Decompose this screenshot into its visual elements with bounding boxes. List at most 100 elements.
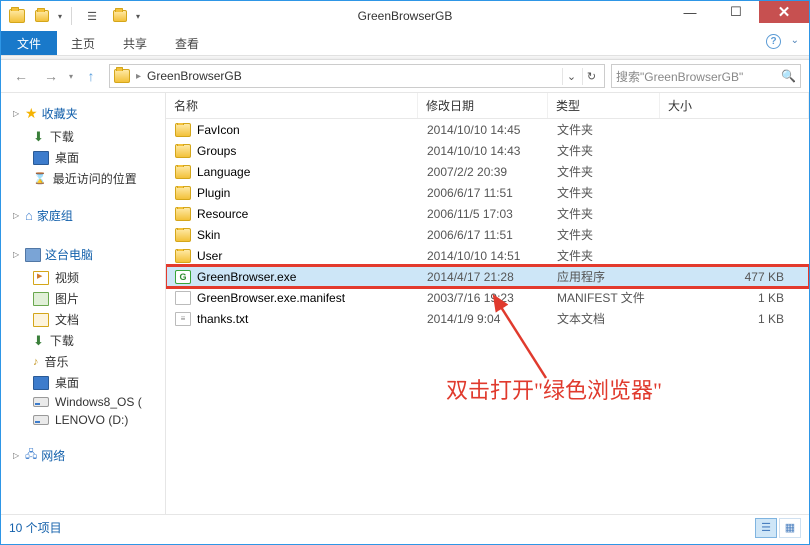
sidebar-favorites[interactable]: ▷★收藏夹	[13, 105, 165, 122]
sidebar-homegroup[interactable]: ▷⌂家庭组	[13, 207, 165, 224]
col-size[interactable]: 大小	[660, 93, 809, 118]
file-date: 2014/10/10 14:45	[419, 123, 549, 137]
sidebar-item-pictures[interactable]: 图片	[11, 288, 165, 309]
disk-icon	[33, 415, 49, 425]
address-drop-icon[interactable]: ⌄	[562, 68, 580, 85]
file-type: 文件夹	[549, 247, 661, 264]
refresh-icon[interactable]: ↻	[582, 68, 600, 85]
star-icon: ★	[25, 105, 38, 122]
file-type: 文件夹	[549, 184, 661, 201]
qat-customize-drop-icon[interactable]: ▾	[136, 12, 140, 21]
file-date: 2006/6/17 11:51	[419, 186, 549, 200]
file-date: 2014/4/17 21:28	[419, 270, 549, 284]
nav-back-button[interactable]: ←	[9, 64, 33, 88]
file-list-pane: 名称 修改日期 类型 大小 FavIcon2014/10/10 14:45文件夹…	[166, 93, 809, 514]
col-date[interactable]: 修改日期	[418, 93, 548, 118]
sidebar-network[interactable]: ▷🖧网络	[13, 447, 165, 464]
file-row[interactable]: Language2007/2/2 20:39文件夹	[166, 161, 809, 182]
search-placeholder: 搜索"GreenBrowserGB"	[616, 68, 743, 85]
file-row[interactable]: GreenBrowser.exe2014/4/17 21:28应用程序477 K…	[166, 266, 809, 287]
address-bar[interactable]: ▸ GreenBrowserGB ⌄ ↻	[109, 64, 605, 88]
sidebar-item-cdrive[interactable]: Windows8_OS (	[11, 393, 165, 411]
file-file-icon	[175, 291, 191, 305]
file-size: 1 KB	[661, 312, 808, 326]
file-exe-icon	[175, 270, 191, 284]
qat-properties-icon[interactable]: ☰	[81, 5, 103, 27]
nav-up-button[interactable]: ↑	[79, 64, 103, 88]
file-row[interactable]: Resource2006/11/5 17:03文件夹	[166, 203, 809, 224]
maximize-button[interactable]: ☐	[713, 1, 759, 23]
sidebar-item-recent[interactable]: ⌛最近访问的位置	[11, 168, 165, 189]
sidebar-item-documents[interactable]: 文档	[11, 309, 165, 330]
search-input[interactable]: 搜索"GreenBrowserGB" 🔍	[611, 64, 801, 88]
chevron-right-icon[interactable]: ▸	[136, 71, 141, 82]
address-toolbar: ← → ▾ ↑ ▸ GreenBrowserGB ⌄ ↻ 搜索"GreenBro…	[1, 60, 809, 92]
qat-separator	[71, 7, 72, 25]
file-folder-icon	[175, 123, 191, 137]
main-area: ▷★收藏夹 ⬇下载 桌面 ⌛最近访问的位置 ▷⌂家庭组 ▷这台电脑 视频 图片 …	[1, 93, 809, 514]
file-folder-icon	[175, 186, 191, 200]
view-details-button[interactable]: ☰	[755, 518, 777, 538]
ribbon-tab-view[interactable]: 查看	[161, 31, 213, 55]
sidebar-item-downloads[interactable]: ⬇下载	[11, 126, 165, 147]
file-row[interactable]: GreenBrowser.exe.manifest 2003/7/16 19:23…	[166, 287, 809, 308]
file-date: 2014/10/10 14:43	[419, 144, 549, 158]
sidebar-item-music[interactable]: ♪音乐	[11, 351, 165, 372]
ribbon-tab-share[interactable]: 共享	[109, 31, 161, 55]
file-folder-icon	[175, 249, 191, 263]
file-size: 1 KB	[661, 291, 808, 305]
minimize-button[interactable]: —	[667, 1, 713, 23]
file-row[interactable]: Plugin2006/6/17 11:51文件夹	[166, 182, 809, 203]
file-date: 2014/10/10 14:51	[419, 249, 549, 263]
picture-icon	[33, 292, 49, 306]
window-title: GreenBrowserGB	[358, 9, 453, 23]
ribbon-file-tab[interactable]: 文件	[1, 31, 57, 55]
file-date: 2006/11/5 17:03	[419, 207, 549, 221]
ribbon-tab-home[interactable]: 主页	[57, 31, 109, 55]
pc-icon	[25, 248, 41, 262]
file-row[interactable]: Groups2014/10/10 14:43文件夹	[166, 140, 809, 161]
file-type: 文件夹	[549, 142, 661, 159]
col-type[interactable]: 类型	[548, 93, 660, 118]
network-icon: 🖧	[25, 449, 37, 463]
file-row[interactable]: thanks.txt 2014/1/9 9:04文本文档1 KB	[166, 308, 809, 329]
address-folder-icon	[114, 69, 130, 83]
sidebar-item-videos[interactable]: 视频	[11, 267, 165, 288]
file-row[interactable]: User2014/10/10 14:51文件夹	[166, 245, 809, 266]
file-name: Skin	[197, 228, 220, 242]
qat-app-icon[interactable]	[31, 5, 53, 27]
nav-forward-button[interactable]: →	[39, 64, 63, 88]
ribbon-expand-icon[interactable]: ⌄	[791, 35, 799, 46]
file-date: 2014/1/9 9:04	[419, 312, 549, 326]
file-folder-icon	[175, 144, 191, 158]
sidebar-item-desktop2[interactable]: 桌面	[11, 372, 165, 393]
ribbon-help-icon[interactable]: ?	[766, 34, 781, 49]
file-name: GreenBrowser.exe.manifest	[197, 291, 345, 305]
sidebar-item-desktop[interactable]: 桌面	[11, 147, 165, 168]
file-date: 2003/7/16 19:23	[419, 291, 549, 305]
nav-history-drop-icon[interactable]: ▾	[69, 72, 73, 81]
file-folder-icon	[175, 228, 191, 242]
file-row[interactable]: FavIcon2014/10/10 14:45文件夹	[166, 119, 809, 140]
file-row[interactable]: Skin2006/6/17 11:51文件夹	[166, 224, 809, 245]
sidebar-item-ddrive[interactable]: LENOVO (D:)	[11, 411, 165, 429]
file-name: FavIcon	[197, 123, 240, 137]
col-name[interactable]: 名称	[166, 93, 418, 118]
qat-app-drop-icon[interactable]: ▾	[58, 12, 62, 21]
file-type: 应用程序	[549, 268, 661, 285]
file-rows[interactable]: FavIcon2014/10/10 14:45文件夹Groups2014/10/…	[166, 119, 809, 514]
search-icon[interactable]: 🔍	[781, 69, 796, 83]
file-name: thanks.txt	[197, 312, 248, 326]
close-button[interactable]: ✕	[759, 1, 809, 23]
file-type: 文件夹	[549, 226, 661, 243]
qat-newfolder-icon[interactable]	[109, 5, 131, 27]
file-type: 文本文档	[549, 310, 661, 327]
sidebar-item-downloads2[interactable]: ⬇下载	[11, 330, 165, 351]
breadcrumb-item[interactable]: GreenBrowserGB	[147, 69, 242, 83]
file-folder-icon	[175, 165, 191, 179]
status-item-count: 10 个项目	[9, 519, 62, 536]
view-icons-button[interactable]: ▦	[779, 518, 801, 538]
ribbon-tabs: 文件 主页 共享 查看 ⌄ ?	[1, 31, 809, 56]
sidebar-thispc[interactable]: ▷这台电脑	[13, 246, 165, 263]
file-folder-icon	[175, 207, 191, 221]
